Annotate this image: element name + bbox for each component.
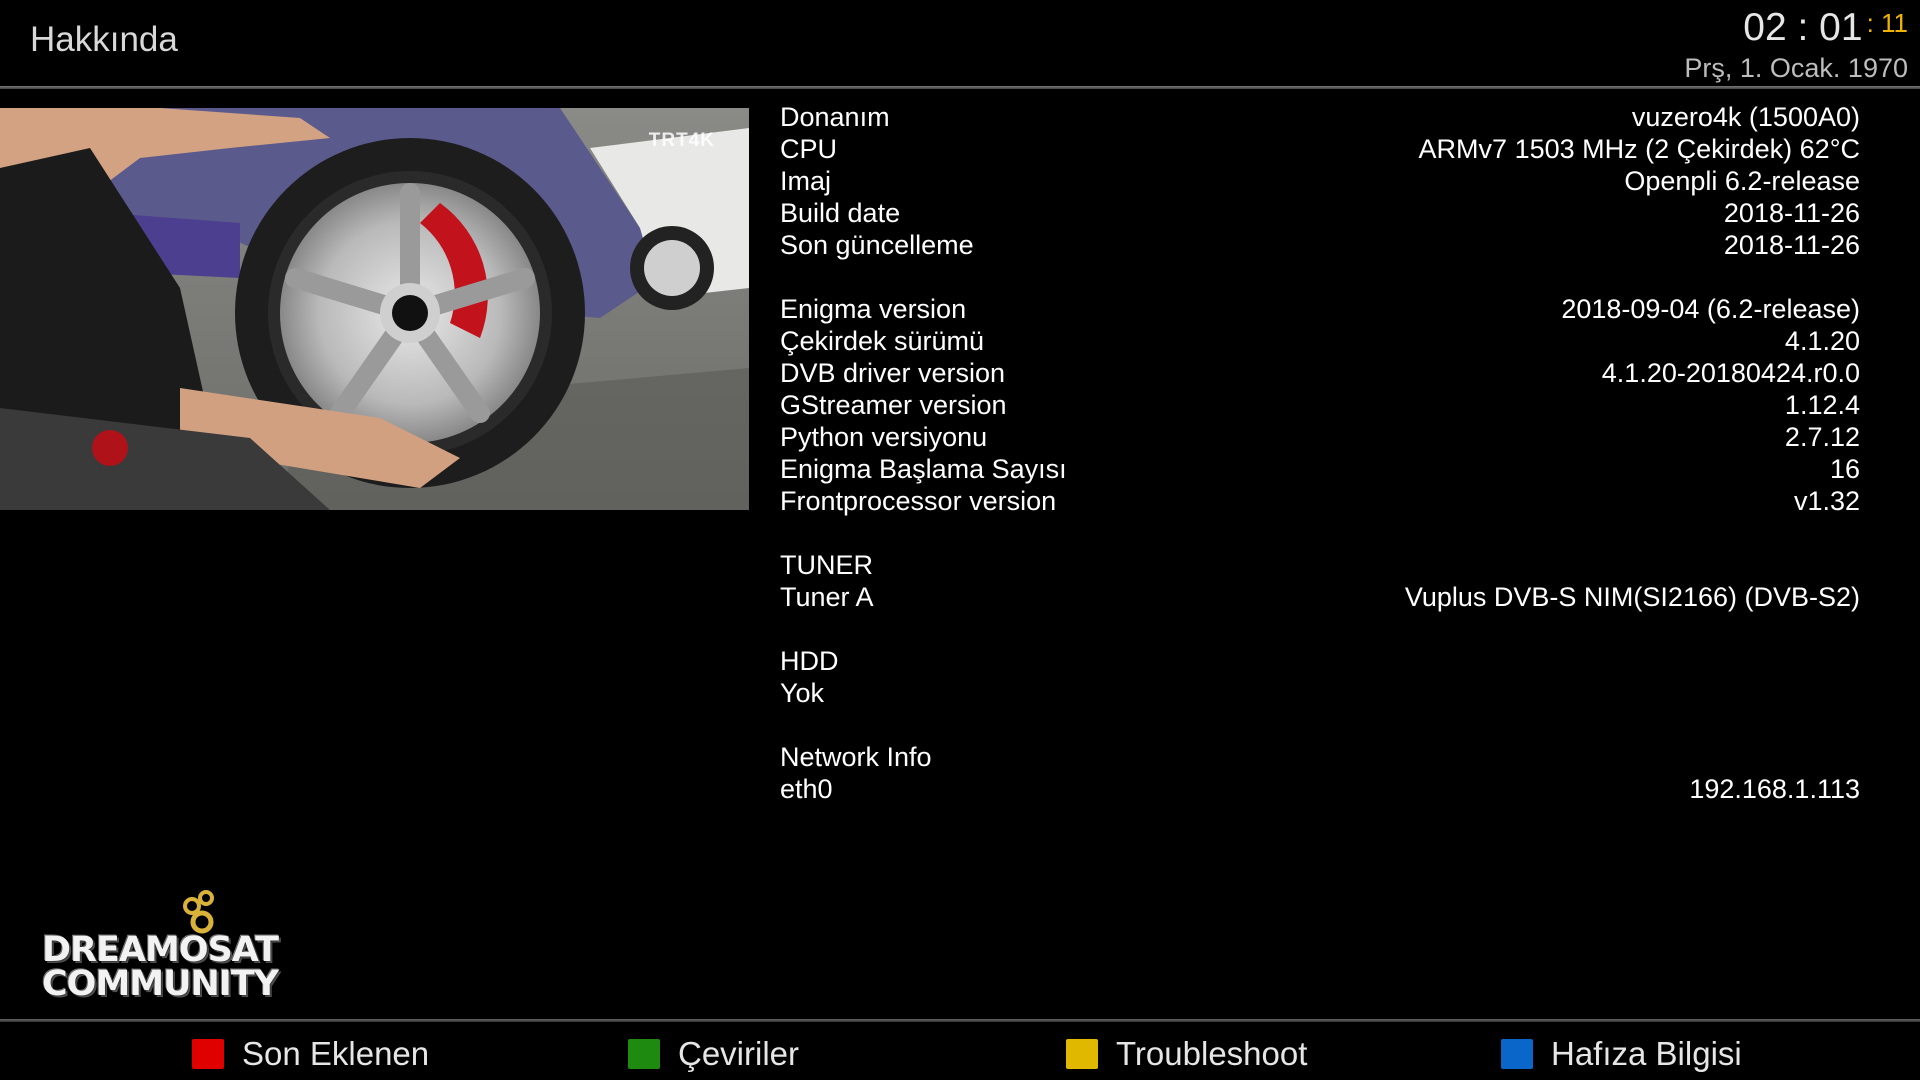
info-row-tuner-a: Tuner A Vuplus DVB-S NIM(SI2166) (DVB-S2… xyxy=(780,582,1860,612)
info-row-build-date: Build date 2018-11-26 xyxy=(780,198,1860,228)
header-divider xyxy=(0,86,1920,89)
clock: 02 : 01: 11 Prş, 1. Ocak. 1970 xyxy=(1684,0,1908,84)
clock-seconds: : 11 xyxy=(1866,8,1908,38)
info-row-gstreamer: GStreamer version 1.12.4 xyxy=(780,390,1860,420)
info-row-python: Python versiyonu 2.7.12 xyxy=(780,422,1860,452)
info-row-dvb-driver: DVB driver version 4.1.20-20180424.r0.0 xyxy=(780,358,1860,388)
preview-image xyxy=(0,108,749,510)
green-key-icon xyxy=(628,1039,660,1069)
screen-title: Hakkında xyxy=(30,20,178,59)
info-row-hardware: Donanım vuzero4k (1500A0) xyxy=(780,102,1860,132)
about-info-list: Donanım vuzero4k (1500A0) CPU ARMv7 1503… xyxy=(780,101,1860,805)
section-heading-network: Network Info xyxy=(780,742,932,772)
footer-divider xyxy=(0,1019,1920,1022)
dreamosat-logo: DREAMOSAT COMMUNITY xyxy=(42,888,302,1008)
clock-date: Prş, 1. Ocak. 1970 xyxy=(1684,53,1908,83)
info-row-image: Imaj Openpli 6.2-release xyxy=(780,166,1860,196)
clock-time: 02 : 01 xyxy=(1743,6,1863,49)
blue-key-icon xyxy=(1501,1039,1533,1069)
info-row-enigma-version: Enigma version 2018-09-04 (6.2-release) xyxy=(780,294,1860,324)
video-preview: TRT4K xyxy=(0,108,749,510)
info-row-hdd-none: Yok xyxy=(780,678,825,708)
info-row-frontprocessor: Frontprocessor version v1.32 xyxy=(780,486,1860,516)
green-button-ceviriler[interactable]: Çeviriler xyxy=(628,1034,799,1074)
info-row-enigma-start-count: Enigma Başlama Sayısı 16 xyxy=(780,454,1860,484)
red-key-icon xyxy=(192,1039,224,1069)
info-row-eth0: eth0 192.168.1.113 xyxy=(780,774,1860,804)
yellow-button-troubleshoot[interactable]: Troubleshoot xyxy=(1066,1034,1307,1074)
red-button-son-eklenen[interactable]: Son Eklenen xyxy=(192,1034,429,1074)
blue-button-hafiza-bilgisi[interactable]: Hafıza Bilgisi xyxy=(1501,1034,1742,1074)
info-row-cpu: CPU ARMv7 1503 MHz (2 Çekirdek) 62°C xyxy=(780,134,1860,164)
section-heading-hdd: HDD xyxy=(780,646,839,676)
section-heading-tuner: TUNER xyxy=(780,550,873,580)
info-row-last-update: Son güncelleme 2018-11-26 xyxy=(780,230,1860,260)
logo-text-community: COMMUNITY xyxy=(42,964,279,1004)
info-row-kernel-version: Çekirdek sürümü 4.1.20 xyxy=(780,326,1860,356)
yellow-key-icon xyxy=(1066,1039,1098,1069)
channel-logo: TRT4K xyxy=(648,130,715,151)
